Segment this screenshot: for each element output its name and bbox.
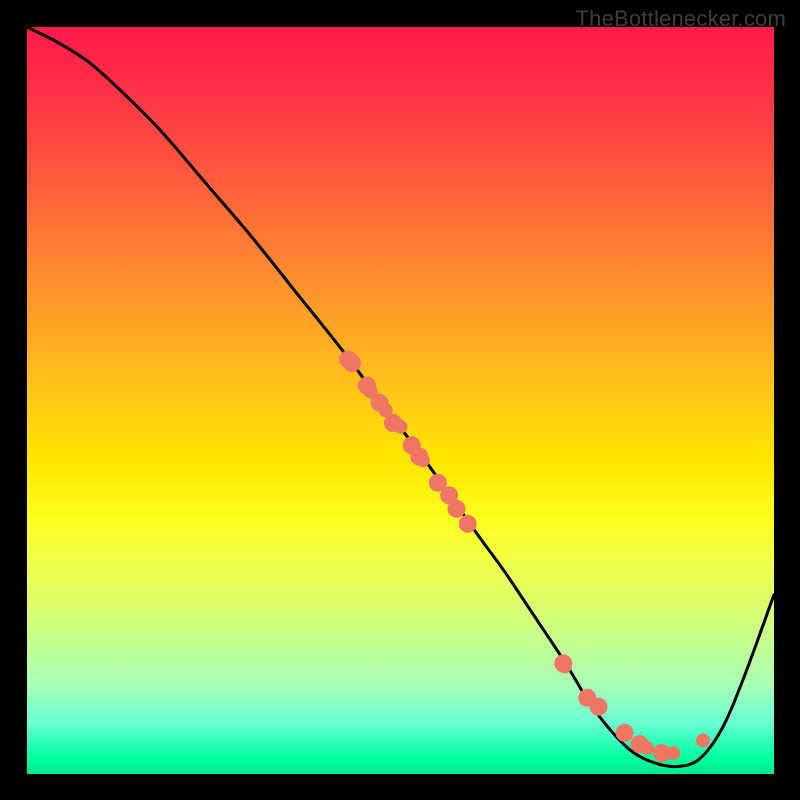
data-marker [394,420,408,434]
data-marker [343,354,361,372]
data-marker [696,733,710,747]
data-markers [339,350,710,762]
data-marker [640,741,654,755]
plot-area [27,27,774,774]
data-marker [558,659,572,673]
data-marker [459,515,477,533]
watermark-text: TheBottlenecker.com [576,6,786,32]
data-marker [448,500,466,518]
data-marker [616,724,634,742]
data-marker [590,698,608,716]
curve-layer [27,27,774,774]
data-marker [666,746,680,760]
bottleneck-curve [27,27,774,767]
chart-container: TheBottlenecker.com [0,0,800,800]
data-marker [416,453,430,467]
